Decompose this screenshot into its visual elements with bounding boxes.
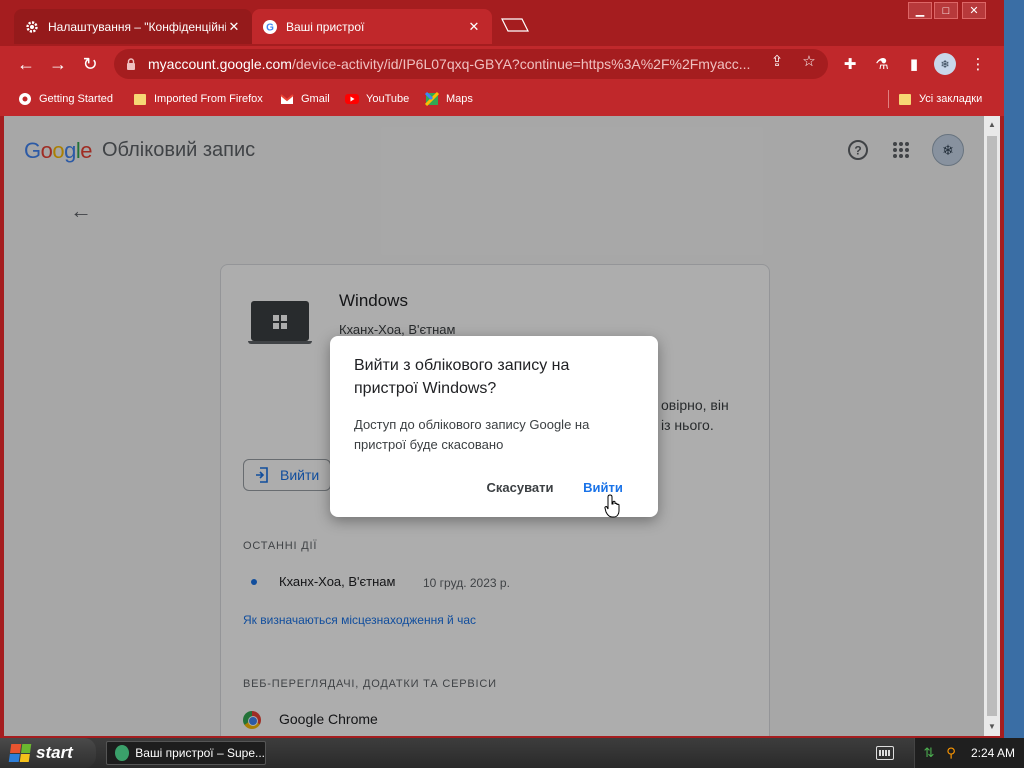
scroll-down-arrow-icon[interactable]: ▼ [987,722,997,732]
bookmark-star-icon[interactable]: ☆ [800,52,818,70]
cancel-button[interactable]: Скасувати [476,474,564,500]
side-panel-icon[interactable]: ▮ [904,54,924,74]
tab-title: Налаштування – "Конфіденційніст [48,19,226,34]
bookmark-maps[interactable]: Maps [425,91,473,107]
extensions-icon[interactable]: ✚ [840,54,860,74]
taskbar-window-button[interactable]: Ваші пристрої – Supe... [106,741,266,765]
url-host: myaccount.google.com [148,56,292,72]
system-tray: ⇅ ⚲ 2:24 AM [914,738,1024,768]
folder-icon [898,92,912,106]
close-window-button[interactable]: ✕ [962,2,986,19]
confirm-sign-out-button[interactable]: Вийти [573,474,633,500]
close-icon[interactable]: ✕ [466,19,482,35]
keyboard-icon[interactable] [876,746,894,760]
dialog-title: Вийти з облікового запису на пристрої Wi… [354,357,570,397]
tab-title: Ваші пристрої [286,19,365,34]
bookmark-gmail[interactable]: Gmail [280,91,330,107]
start-label: start [36,743,73,762]
gear-icon [24,19,40,35]
browser-icon [115,745,130,761]
bookmark-label: Getting Started [39,93,113,105]
bookmarks-bar: Getting Started Imported From Firefox Gm… [0,82,1004,116]
folder-icon [133,92,147,106]
chromium-icon [18,92,32,106]
taskbar-window-label: Ваші пристрої – Supe... [135,746,265,760]
close-icon[interactable]: ✕ [226,19,242,35]
toolbar: ← → ↻ myaccount.google.com/device-activi… [0,46,1004,82]
taskbar: start Ваші пристрої – Supe... ⇅ ⚲ 2:24 A… [0,738,1024,768]
url-text: myaccount.google.com/device-activity/id/… [148,56,768,72]
bookmark-youtube[interactable]: YouTube [345,91,409,107]
address-bar[interactable]: myaccount.google.com/device-activity/id/… [114,49,828,79]
scrollbar-thumb[interactable] [987,136,997,716]
network-icon[interactable]: ⇅ [921,745,937,761]
scroll-up-arrow-icon[interactable]: ▲ [987,120,997,130]
all-bookmarks-button[interactable]: Усі закладки [898,91,982,107]
forward-button[interactable]: → [46,52,70,76]
windows-flag-icon [8,744,32,762]
google-g-icon: G [262,19,278,35]
bookmark-imported-firefox[interactable]: Imported From Firefox [133,91,263,107]
youtube-icon [345,92,359,106]
hand-cursor-icon [604,494,624,518]
menu-dots-icon[interactable]: ⋮ [968,54,988,74]
reload-button[interactable]: ↻ [78,52,102,76]
page-scrollbar[interactable]: ▲ ▼ [984,116,1000,736]
bookmark-label: Imported From Firefox [154,93,263,105]
bookmark-getting-started[interactable]: Getting Started [18,91,113,107]
bookmark-label: Gmail [301,93,330,105]
search-icon[interactable]: ⚲ [943,745,959,761]
all-bookmarks-label: Усі закладки [919,93,983,105]
tab-settings[interactable]: Налаштування – "Конфіденційніст ✕ [14,9,252,44]
start-button[interactable]: start [0,738,96,768]
tab-strip: Налаштування – "Конфіденційніст ✕ G Ваші… [0,0,1004,46]
dialog-body: Доступ до облікового запису Google на пр… [354,417,590,452]
svg-text:G: G [266,22,274,33]
maps-icon [425,92,439,106]
minimize-button[interactable]: ▁ [908,2,932,19]
share-icon[interactable]: ⇪ [768,52,786,70]
clock[interactable]: 2:24 AM [971,746,1015,760]
lock-icon[interactable] [124,57,138,71]
labs-icon[interactable]: ⚗ [872,54,892,74]
sign-out-dialog: Вийти з облікового запису на пристрої Wi… [330,336,658,517]
tab-devices[interactable]: G Ваші пристрої ✕ [252,9,492,44]
profile-avatar-icon[interactable]: ❄ [934,53,956,75]
bookmark-label: YouTube [366,93,410,105]
maximize-button[interactable]: □ [934,2,958,19]
bookmarks-divider [888,90,889,108]
bookmark-label: Maps [446,93,473,105]
new-tab-button[interactable] [500,17,530,33]
url-path: /device-activity/id/IP6L07qxq-GBYA?conti… [291,56,751,72]
gmail-icon [280,92,294,106]
back-button[interactable]: ← [14,52,38,76]
